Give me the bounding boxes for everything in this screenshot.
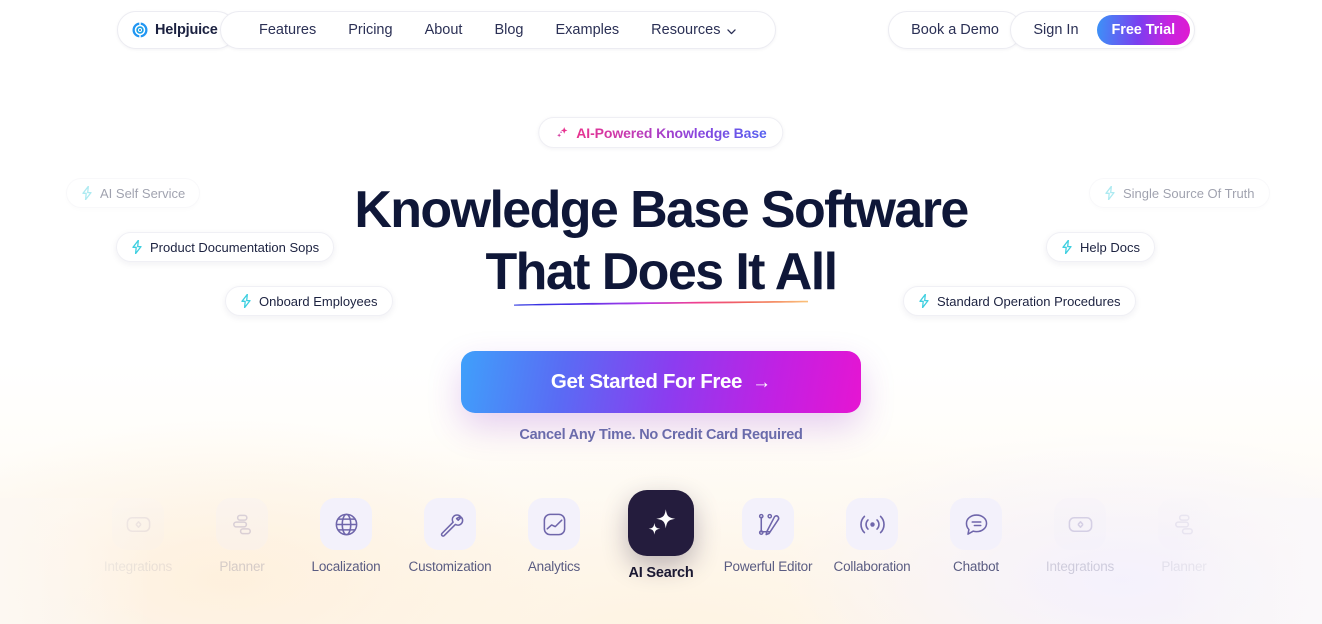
sign-in-link[interactable]: Sign In	[1011, 22, 1096, 38]
feature-label: Chatbot	[953, 559, 999, 574]
feature-item-ai-search[interactable]: AI Search	[621, 490, 701, 581]
nav-label: Pricing	[348, 22, 393, 38]
floating-pill-help-docs[interactable]: Help Docs	[1046, 232, 1155, 262]
stepper-box-icon	[1054, 498, 1106, 550]
floating-pill-label: Standard Operation Procedures	[937, 293, 1121, 309]
chart-box-icon	[528, 498, 580, 550]
site-header: Helpjuice Features Pricing About Blog Ex…	[0, 0, 1322, 62]
auth-pill: Sign In Free Trial	[1010, 11, 1195, 49]
feature-label: Integrations	[1045, 559, 1115, 574]
feature-label: Powerful Editor	[723, 559, 813, 574]
planner-bars-icon	[216, 498, 268, 550]
planner-bars-icon	[1158, 498, 1210, 550]
feature-item-planner-2[interactable]: Planner	[1147, 498, 1221, 574]
free-trial-button[interactable]: Free Trial	[1096, 15, 1190, 45]
floating-pill-label: Onboard Employees	[259, 293, 378, 309]
nav-item-about[interactable]: About	[409, 22, 479, 38]
feature-label: Integrations	[103, 559, 173, 574]
logo-text: Helpjuice	[155, 22, 218, 38]
floating-pill-onboard-employees[interactable]: Onboard Employees	[225, 286, 393, 316]
feature-label: Collaboration	[833, 559, 911, 574]
sparkles-icon	[628, 490, 694, 556]
feature-carousel-track: Integrations Planner Localization Custom…	[101, 490, 1221, 581]
lightning-bolt-icon	[240, 294, 252, 308]
nav-label: Examples	[555, 22, 620, 38]
headline-line-1: Knowledge Base Software	[354, 181, 969, 239]
broadcast-icon	[846, 498, 898, 550]
feature-carousel[interactable]: Integrations Planner Localization Custom…	[0, 490, 1322, 624]
wrench-icon	[424, 498, 476, 550]
arrow-right-icon: →	[752, 372, 772, 393]
nav-item-blog[interactable]: Blog	[478, 22, 539, 38]
feature-label: Customization	[408, 559, 492, 574]
globe-icon	[320, 498, 372, 550]
logo-pill[interactable]: Helpjuice	[117, 11, 236, 49]
feature-item-customization[interactable]: Customization	[409, 498, 492, 574]
lightning-bolt-icon	[81, 186, 93, 200]
pencil-edit-icon	[742, 498, 794, 550]
nav-item-examples[interactable]: Examples	[540, 22, 636, 38]
ai-powered-badge-label: AI-Powered Knowledge Base	[576, 124, 767, 141]
nav-label: About	[424, 22, 463, 38]
lightning-bolt-icon	[131, 240, 143, 254]
stepper-box-icon	[112, 498, 164, 550]
lightning-bolt-icon	[1104, 186, 1116, 200]
headline-underline-accent	[513, 293, 809, 306]
feature-item-localization[interactable]: Localization	[309, 498, 383, 574]
feature-label: Planner	[1161, 559, 1207, 574]
nav-item-features[interactable]: Features	[243, 22, 332, 38]
feature-item-collaboration[interactable]: Collaboration	[833, 498, 911, 574]
floating-pill-ai-self-service[interactable]: AI Self Service	[66, 178, 201, 208]
nav-label: Resources	[651, 22, 721, 38]
chat-bubble-icon	[950, 498, 1002, 550]
floating-pill-single-source-of-truth[interactable]: Single Source Of Truth	[1089, 178, 1270, 208]
helpjuice-target-logo-icon	[132, 22, 148, 38]
nav-item-resources[interactable]: Resources	[635, 22, 753, 38]
ai-powered-badge[interactable]: AI-Powered Knowledge Base	[538, 117, 784, 148]
nav-item-pricing[interactable]: Pricing	[332, 22, 408, 38]
feature-item-powerful-editor[interactable]: Powerful Editor	[724, 498, 812, 574]
feature-label: AI Search	[628, 565, 694, 581]
feature-item-integrations-2[interactable]: Integrations	[1043, 498, 1117, 574]
floating-pill-label: Single Source Of Truth	[1123, 185, 1255, 201]
feature-label: Planner	[219, 559, 265, 574]
feature-item-integrations[interactable]: Integrations	[101, 498, 175, 574]
feature-label: Localization	[311, 559, 381, 574]
book-demo-button[interactable]: Book a Demo	[888, 11, 1022, 49]
sparkle-icon	[555, 126, 569, 140]
landing-page: Helpjuice Features Pricing About Blog Ex…	[0, 0, 1322, 624]
floating-pill-standard-operation-procedures[interactable]: Standard Operation Procedures	[903, 286, 1136, 316]
feature-item-chatbot[interactable]: Chatbot	[939, 498, 1013, 574]
nav-label: Blog	[494, 22, 524, 38]
feature-item-planner[interactable]: Planner	[205, 498, 279, 574]
primary-nav: Features Pricing About Blog Examples Res…	[220, 11, 777, 49]
feature-item-analytics[interactable]: Analytics	[517, 498, 591, 574]
cta-subtext: Cancel Any Time. No Credit Card Required	[519, 427, 803, 443]
chevron-down-icon	[726, 24, 737, 37]
floating-pill-label: Help Docs	[1080, 239, 1140, 255]
nav-label: Features	[259, 22, 317, 38]
get-started-button[interactable]: Get Started For Free →	[461, 351, 861, 413]
floating-pill-label: AI Self Service	[100, 185, 186, 201]
feature-label: Analytics	[527, 559, 581, 574]
lightning-bolt-icon	[1061, 240, 1073, 254]
floating-pill-product-documentation-sops[interactable]: Product Documentation Sops	[116, 232, 335, 262]
lightning-bolt-icon	[918, 294, 930, 308]
get-started-label: Get Started For Free	[550, 370, 743, 393]
floating-pill-label: Product Documentation Sops	[150, 239, 320, 255]
